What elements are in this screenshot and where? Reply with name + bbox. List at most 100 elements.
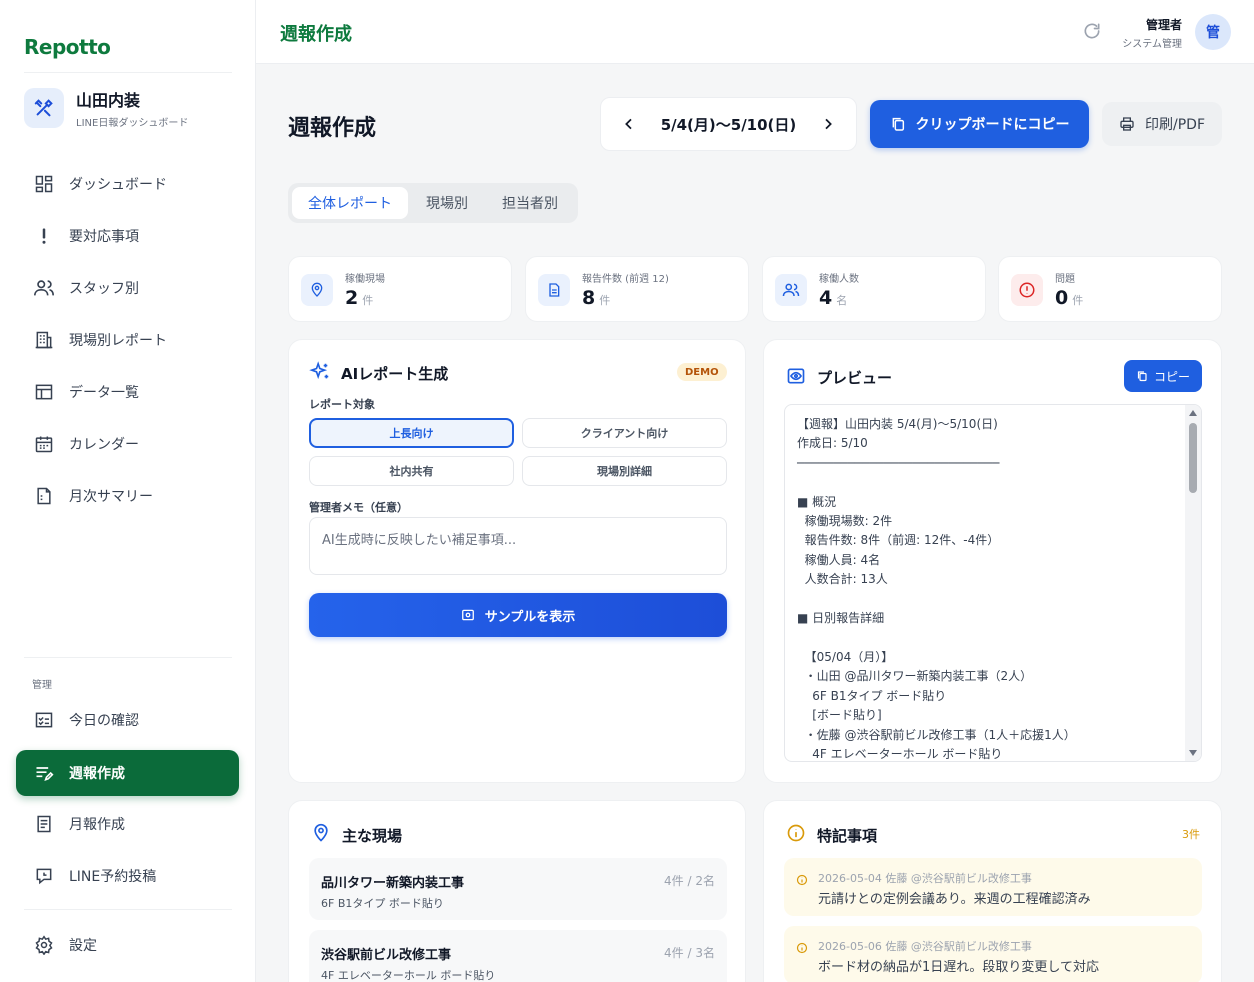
sidebar-divider	[24, 72, 232, 73]
chevron-right-icon[interactable]	[820, 116, 836, 132]
eye-icon	[461, 608, 475, 622]
nav-data-list[interactable]: データ一覧	[16, 369, 239, 415]
stat-issues: 問題 0件	[998, 256, 1222, 322]
preview-copy-button[interactable]: コピー	[1124, 360, 1202, 392]
scroll-thumb[interactable]	[1189, 423, 1197, 493]
site-subtitle: 4F エレベーターホール ボード貼り	[321, 969, 496, 982]
site-list-item[interactable]: 渋谷駅前ビル改修工事 4件 / 3名 4F エレベーターホール ボード貼り	[309, 930, 727, 982]
edit-list-icon	[33, 762, 55, 784]
preview-text-box[interactable]: 【週報】山田内装 5/4(月)〜5/10(日) 作成日: 5/10 ──────…	[784, 404, 1202, 762]
gear-icon	[33, 934, 55, 956]
print-pdf-button[interactable]: 印刷/PDF	[1102, 102, 1222, 146]
admin-memo-input[interactable]: AI生成時に反映したい補足事項...	[309, 517, 727, 575]
building-icon	[33, 329, 55, 351]
nav-label: カレンダー	[69, 437, 139, 453]
sidebar-divider	[24, 657, 232, 658]
nav-weekly-report[interactable]: 週報作成	[16, 750, 239, 796]
checklist-icon	[33, 709, 55, 731]
preview-text: 【週報】山田内装 5/4(月)〜5/10(日) 作成日: 5/10 ──────…	[797, 417, 1076, 761]
site-name: 品川タワー新築内装工事	[321, 876, 465, 891]
nav-label: 今日の確認	[69, 713, 139, 729]
info-icon	[786, 823, 806, 843]
avatar[interactable]: 管	[1195, 14, 1231, 50]
file-text-icon	[538, 274, 570, 306]
nav-label: ダッシュボード	[69, 177, 167, 193]
stat-unit: 件	[362, 294, 374, 307]
nav-line-scheduled-post[interactable]: LINE予約投稿	[16, 853, 239, 899]
user-name: 管理者	[1145, 18, 1182, 32]
tab-by-site[interactable]: 現場別	[410, 187, 484, 219]
sidebar-divider	[24, 909, 232, 910]
copy-to-clipboard-button[interactable]: クリップボードにコピー	[870, 100, 1089, 148]
stat-number: 8	[582, 287, 596, 309]
calendar-icon	[33, 433, 55, 455]
dashboard-icon	[33, 173, 55, 195]
nav-action-items[interactable]: 要対応事項	[16, 213, 239, 259]
nav-monthly-report[interactable]: 月報作成	[16, 801, 239, 847]
option-site-details[interactable]: 現場別詳細	[522, 456, 727, 486]
nav-by-staff[interactable]: スタッフ別	[16, 265, 239, 311]
nav-label: 月報作成	[69, 817, 125, 833]
note-item[interactable]: 2026-05-04 佐藤 @渋谷駅前ビル改修工事 元請けとの定例会議あり。来週…	[784, 858, 1202, 916]
stat-value: 8件	[582, 287, 610, 309]
stat-number: 2	[345, 287, 359, 309]
stat-label: 問題	[1055, 274, 1075, 285]
sparkles-icon	[309, 361, 331, 383]
preview-scrollbar[interactable]	[1185, 405, 1201, 761]
user-info[interactable]: 管理者 システム管理	[1122, 16, 1182, 50]
table-icon	[33, 381, 55, 403]
report-icon	[33, 813, 55, 835]
nav-label: 週報作成	[69, 766, 125, 782]
option-for-client[interactable]: クライアント向け	[522, 418, 727, 448]
stat-number: 4	[819, 287, 833, 309]
app-logo[interactable]: Repotto	[24, 35, 111, 59]
copy-icon	[1136, 370, 1148, 382]
site-name: 渋谷駅前ビル改修工事	[321, 948, 452, 963]
stat-unit: 名	[836, 294, 848, 307]
preview-card: プレビュー コピー 【週報】山田内装 5/4(月)〜5/10(日) 作成日: 5…	[763, 339, 1222, 783]
preview-copy-label: コピー	[1153, 369, 1190, 384]
schedule-post-icon	[33, 865, 55, 887]
ai-card-title: AIレポート生成	[341, 365, 449, 383]
top-bar: 週報作成 管理者 システム管理 管	[256, 0, 1254, 64]
tab-by-staff[interactable]: 担当者別	[486, 187, 574, 219]
main-sites-card: 主な現場 品川タワー新築内装工事 4件 / 2名 6F B1タイプ ボード貼り …	[288, 800, 746, 982]
notes-card: 特記事項 3件 2026-05-04 佐藤 @渋谷駅前ビル改修工事 元請けとの定…	[763, 800, 1222, 982]
stat-value: 2件	[345, 287, 373, 309]
alert-circle-icon	[1011, 274, 1043, 306]
users-icon	[775, 274, 807, 306]
option-internal-share[interactable]: 社内共有	[309, 456, 514, 486]
scroll-down-icon[interactable]	[1189, 750, 1197, 756]
note-meta: 2026-05-04 佐藤 @渋谷駅前ビル改修工事	[818, 872, 1032, 885]
stat-unit: 件	[1072, 294, 1084, 307]
nav-label: 月次サマリー	[69, 489, 153, 505]
page-title: 週報作成	[288, 116, 377, 141]
nav-site-report[interactable]: 現場別レポート	[16, 317, 239, 363]
memo-label: 管理者メモ（任意）	[309, 501, 408, 514]
scroll-up-icon[interactable]	[1189, 410, 1197, 416]
nav-label: スタッフ別	[69, 281, 139, 297]
nav-settings[interactable]: 設定	[16, 922, 239, 968]
note-text: 元請けとの定例会議あり。来週の工程確認済み	[818, 892, 1091, 907]
nav-dashboard[interactable]: ダッシュボード	[16, 161, 239, 207]
stat-unit: 件	[599, 294, 611, 307]
week-navigator: 5/4(月)〜5/10(日)	[600, 97, 857, 151]
option-for-supervisor[interactable]: 上長向け	[309, 418, 514, 448]
nav-label: 要対応事項	[69, 229, 139, 245]
nav-monthly-summary[interactable]: 月次サマリー	[16, 473, 239, 519]
location-pin-icon	[311, 823, 331, 843]
show-sample-button[interactable]: サンプルを表示	[309, 593, 727, 637]
preview-eye-icon	[786, 366, 806, 386]
chevron-left-icon[interactable]	[621, 116, 637, 132]
nav-today-check[interactable]: 今日の確認	[16, 697, 239, 743]
copy-icon	[890, 116, 906, 132]
note-item[interactable]: 2026-05-06 佐藤 @渋谷駅前ビル改修工事 ボード材の納品が1日遅れ。段…	[784, 926, 1202, 982]
site-list-item[interactable]: 品川タワー新築内装工事 4件 / 2名 6F B1タイプ ボード貼り	[309, 858, 727, 920]
refresh-icon[interactable]	[1082, 21, 1102, 41]
site-meta: 4件 / 3名	[664, 946, 715, 960]
sidebar: Repotto 山田内装 LINE日報ダッシュボード ダッシュボード 要対応事項…	[0, 0, 256, 982]
user-role: システム管理	[1122, 39, 1182, 50]
nav-calendar[interactable]: カレンダー	[16, 421, 239, 467]
tab-overall-report[interactable]: 全体レポート	[292, 187, 408, 219]
printer-icon	[1119, 116, 1135, 132]
